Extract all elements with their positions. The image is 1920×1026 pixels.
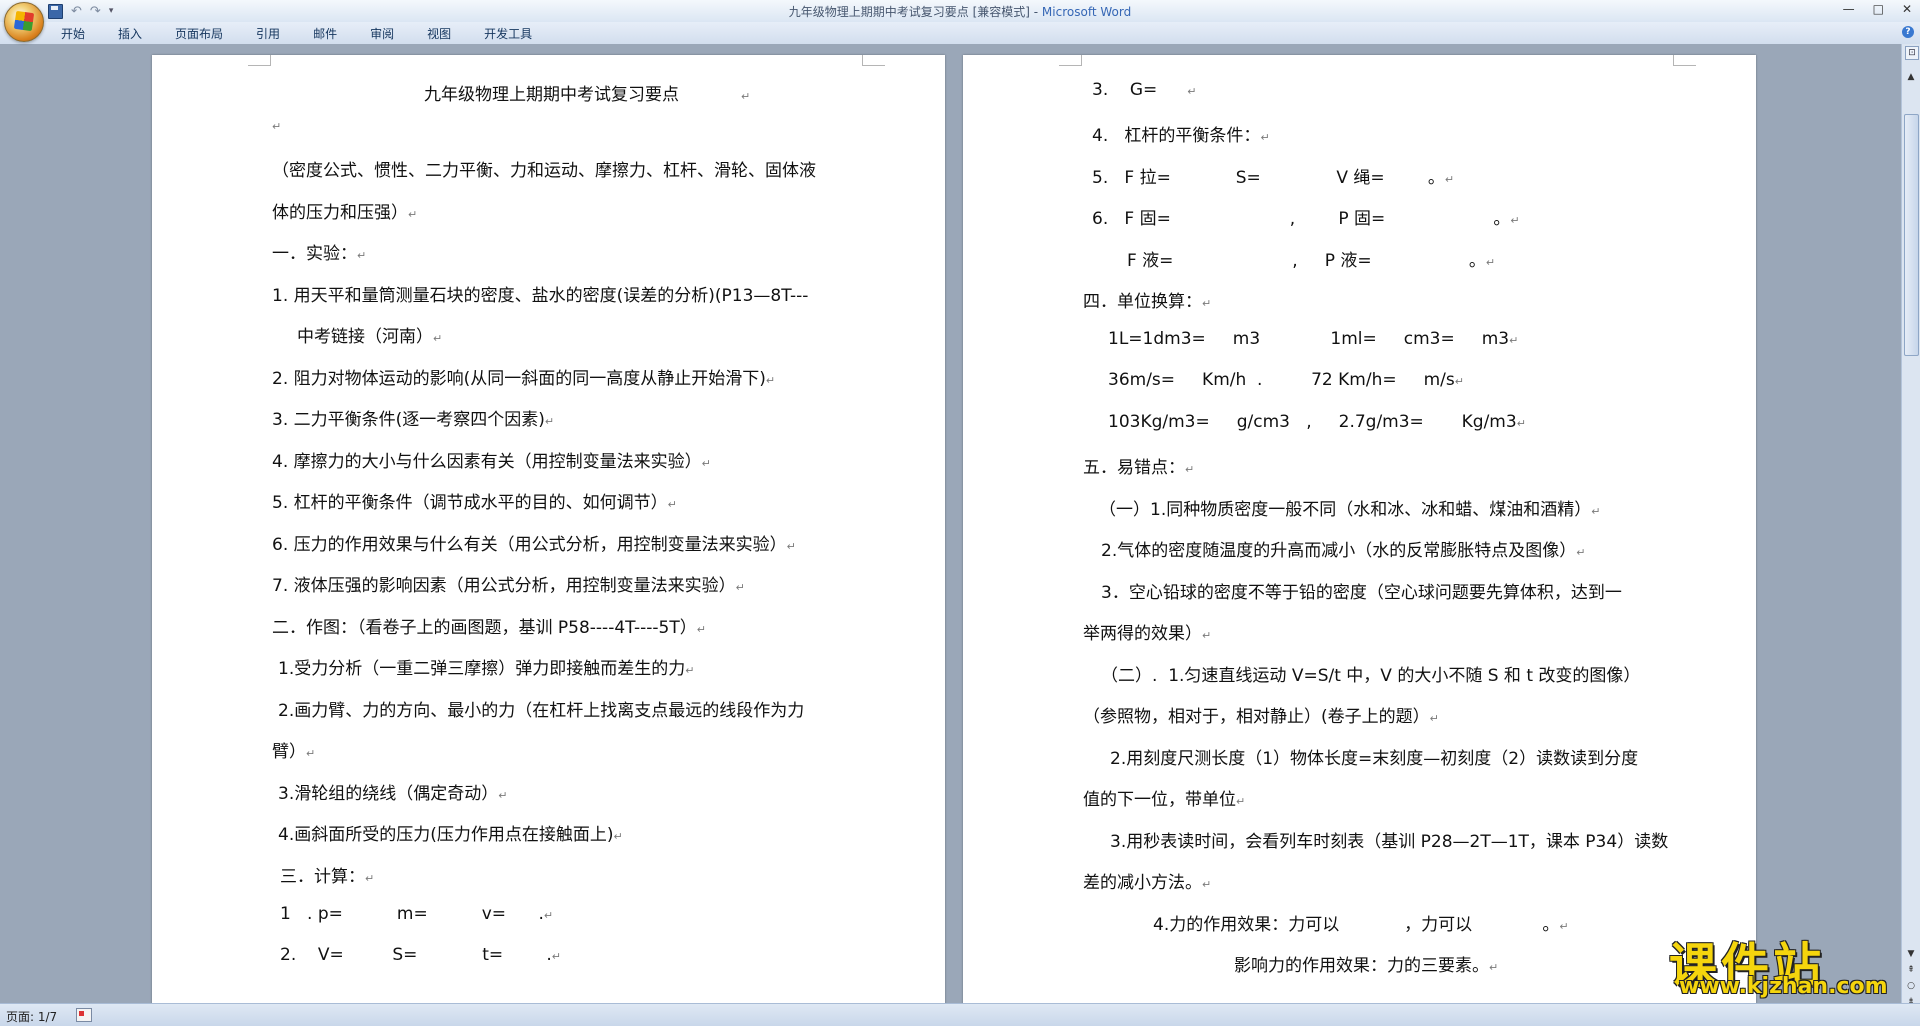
margin-corner-mark xyxy=(1673,55,1696,66)
ribbon: 开始 插入 页面布局 引用 邮件 审阅 视图 开发工具 ? xyxy=(0,22,1920,45)
text-line: 举两得的效果）↵ xyxy=(1083,624,1212,644)
vertical-scrollbar[interactable]: ⊡ ▲ ▼ ⇞ ○ ⇟ xyxy=(1901,44,1920,1007)
tab-references[interactable]: 引用 xyxy=(246,26,290,42)
window-controls: — □ ✕ xyxy=(1843,2,1912,16)
formula-line: 5. F 拉= S= V 绳= 。↵ xyxy=(1092,168,1455,188)
document-page-left[interactable]: 九年级物理上期期中考试复习要点 ↵ ↵ （密度公式、惯性、二力平衡、力和运动、摩擦… xyxy=(152,55,945,1003)
section-heading: 三．计算：↵ xyxy=(280,867,375,887)
tab-home[interactable]: 开始 xyxy=(49,26,95,42)
text-line: 2.画力臂、力的方向、最小的力（在杠杆上找离支点最远的线段作为力 xyxy=(278,701,805,721)
previous-page-icon[interactable]: ⇞ xyxy=(1905,965,1917,977)
margin-corner-mark xyxy=(248,55,271,66)
maximize-button[interactable]: □ xyxy=(1873,2,1884,16)
section-heading: 一．实验：↵ xyxy=(272,244,367,264)
text-line: 臂）↵ xyxy=(272,742,316,762)
formula-line: 3. G= ↵ xyxy=(1092,80,1197,100)
text-line: 4. 杠杆的平衡条件：↵ xyxy=(1092,126,1270,146)
text-line: 3．空心铅球的密度不等于铅的密度（空心球问题要先算体积，达到一 xyxy=(1101,583,1622,603)
document-title: 九年级物理上期期中考试复习要点 [兼容模式] - xyxy=(788,5,1042,19)
text-line: （一）1.同种物质密度一般不同（水和冰、冰和蜡、煤油和酒精）↵ xyxy=(1099,500,1601,520)
text-line: 1.受力分析（一重二弹三摩擦）弹力即接触而差生的力↵ xyxy=(278,659,695,679)
text-line: 2. 阻力对物体运动的影响(从同一斜面的同一高度从静止开始滑下)↵ xyxy=(272,369,776,389)
empty-line: ↵ xyxy=(272,120,282,133)
help-icon[interactable]: ? xyxy=(1902,26,1914,38)
ruler-toggle-icon[interactable]: ⊡ xyxy=(1905,46,1919,60)
app-name: Microsoft Word xyxy=(1041,5,1132,19)
ribbon-tabs: 开始 插入 页面布局 引用 邮件 审阅 视图 开发工具 xyxy=(49,26,555,42)
section-heading: 五．易错点：↵ xyxy=(1083,458,1195,478)
text-line: 6. 压力的作用效果与什么有关（用公式分析，用控制变量法来实验）↵ xyxy=(272,535,796,555)
page-count[interactable]: 页面: 1/7 xyxy=(6,1008,57,1025)
title-bar: ↶ ↷ ▾ 九年级物理上期期中考试复习要点 [兼容模式] - Microsoft… xyxy=(0,0,1920,23)
formula-line: 36m/s= Km/h . 72 Km/h= m/s↵ xyxy=(1108,370,1464,390)
office-logo-icon xyxy=(13,10,35,32)
section-heading: 四．单位换算：↵ xyxy=(1083,292,1212,312)
text-line: （参照物，相对于，相对静止）(卷子上的题）↵ xyxy=(1083,707,1439,727)
document-page-right[interactable]: 3. G= ↵ 4. 杠杆的平衡条件：↵ 5. F 拉= S= V 绳= 。↵ 6… xyxy=(963,55,1756,1003)
section-heading: 二．作图：（看卷子上的画图题，基训 P58----4T----5T）↵ xyxy=(272,618,706,638)
scroll-down-icon[interactable]: ▼ xyxy=(1905,949,1917,961)
tab-review[interactable]: 审阅 xyxy=(360,26,404,42)
formula-line: 1 . p= m= v= .↵ xyxy=(280,904,554,924)
scroll-thumb[interactable] xyxy=(1904,114,1919,356)
text-line: （二）. 1.匀速直线运动 V=S/t 中，V 的大小不随 S 和 t 改变的图… xyxy=(1101,666,1641,686)
tab-view[interactable]: 视图 xyxy=(417,26,461,42)
tab-developer[interactable]: 开发工具 xyxy=(474,26,542,42)
text-line: 2.气体的密度随温度的升高而减小（水的反常膨胀特点及图像）↵ xyxy=(1101,541,1586,561)
formula-line: 2. V= S= t= .↵ xyxy=(280,945,561,965)
status-bar: 页面: 1/7 xyxy=(0,1003,1920,1026)
document-workspace[interactable]: 九年级物理上期期中考试复习要点 ↵ ↵ （密度公式、惯性、二力平衡、力和运动、摩擦… xyxy=(0,44,1902,1003)
tab-page-layout[interactable]: 页面布局 xyxy=(165,26,233,42)
close-button[interactable]: ✕ xyxy=(1902,2,1912,16)
text-line: 值的下一位，带单位↵ xyxy=(1083,790,1246,810)
text-line: 1. 用天平和量筒测量石块的密度、盐水的密度(误差的分析)(P13—8T--- xyxy=(272,286,809,306)
formula-line: 1L=1dm3= m3 1ml= cm3= m3↵ xyxy=(1108,329,1519,349)
text-line: 差的减小方法。↵ xyxy=(1083,873,1212,893)
window-title: 九年级物理上期期中考试复习要点 [兼容模式] - Microsoft Word xyxy=(0,3,1920,20)
text-line: 4.画斜面所受的压力(压力作用点在接触面上)↵ xyxy=(278,825,623,845)
browse-object-icon[interactable]: ○ xyxy=(1905,981,1917,993)
text-line: 2.用刻度尺测长度（1）物体长度=末刻度—初刻度（2）读数读到分度 xyxy=(1110,749,1639,769)
text-line: 影响力的作用效果：力的三要素。↵ xyxy=(1234,956,1499,976)
formula-line: 6. F 固= , P 固= 。↵ xyxy=(1092,209,1520,229)
text-line: 体的压力和压强）↵ xyxy=(272,203,418,223)
office-button[interactable] xyxy=(4,2,44,42)
text-line: 4. 摩擦力的大小与什么因素有关（用控制变量法来实验）↵ xyxy=(272,452,711,472)
text-line: 3. 二力平衡条件(逐一考察四个因素)↵ xyxy=(272,410,555,430)
scroll-up-icon[interactable]: ▲ xyxy=(1905,72,1917,86)
text-line: 3.用秒表读时间，会看列车时刻表（基训 P28—2T—1T，课本 P34）读数 xyxy=(1110,832,1669,852)
minimize-button[interactable]: — xyxy=(1843,2,1855,16)
text-line: 3.滑轮组的绕线（偶定奇动）↵ xyxy=(278,784,508,804)
text-line: 7. 液体压强的影响因素（用公式分析，用控制变量法来实验）↵ xyxy=(272,576,745,596)
margin-corner-mark xyxy=(862,55,885,66)
text-line: 4.力的作用效果：力可以 ，力可以 。↵ xyxy=(1153,915,1569,935)
tab-mailings[interactable]: 邮件 xyxy=(303,26,347,42)
formula-line: 103Kg/m3= g/cm3 , 2.7g/m3= Kg/m3↵ xyxy=(1108,412,1526,432)
margin-corner-mark xyxy=(1059,55,1082,66)
watermark-url: www.kjzhan.com xyxy=(1679,974,1888,999)
macro-record-icon[interactable] xyxy=(76,1008,92,1022)
tab-insert[interactable]: 插入 xyxy=(108,26,152,42)
formula-line: F 液= , P 液= 。↵ xyxy=(1127,251,1496,271)
doc-title: 九年级物理上期期中考试复习要点 ↵ xyxy=(424,85,751,105)
text-line: 5. 杠杆的平衡条件（调节成水平的目的、如何调节）↵ xyxy=(272,493,677,513)
text-line: 中考链接（河南）↵ xyxy=(297,327,443,347)
site-watermark-logo: 课件站 www.kjzhan.com xyxy=(1669,926,1899,999)
text-line: （密度公式、惯性、二力平衡、力和运动、摩擦力、杠杆、滑轮、固体液 xyxy=(272,161,816,181)
